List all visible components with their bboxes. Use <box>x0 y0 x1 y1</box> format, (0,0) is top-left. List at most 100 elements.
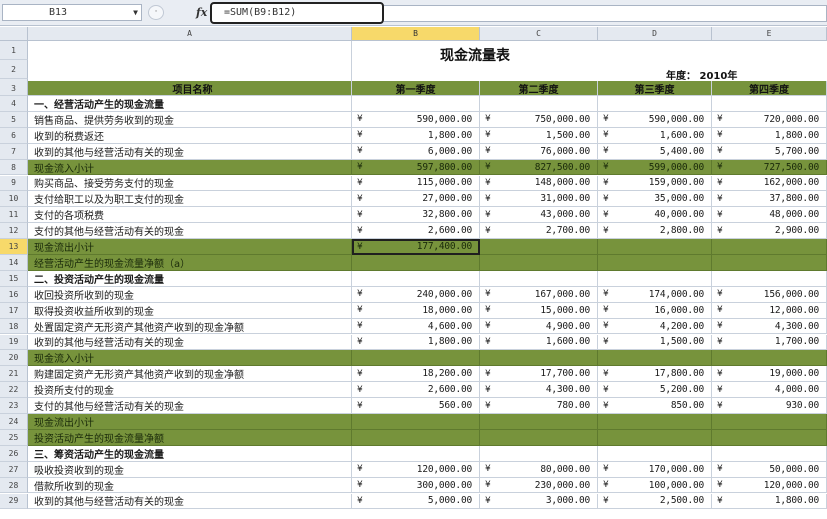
row-header-1[interactable]: 1 <box>0 41 28 60</box>
cell-c7[interactable]: ¥76,000.00 <box>480 143 598 160</box>
cell-d17[interactable]: ¥16,000.00 <box>598 302 712 319</box>
cell-e6[interactable]: ¥1,800.00 <box>712 127 827 144</box>
cell-e13[interactable] <box>712 239 827 255</box>
cell-b17[interactable]: ¥18,000.00 <box>352 302 480 319</box>
cell-e11[interactable]: ¥48,000.00 <box>712 207 827 224</box>
cell-e15[interactable] <box>712 270 827 287</box>
cell-c23[interactable]: ¥780.00 <box>480 398 598 414</box>
cell-d19[interactable]: ¥1,500.00 <box>598 334 712 351</box>
cell-b20[interactable] <box>352 350 480 367</box>
row-header-12[interactable]: 12 <box>0 223 28 240</box>
row-header-16[interactable]: 16 <box>0 286 28 303</box>
cell-b19[interactable]: ¥1,800.00 <box>352 334 480 351</box>
cell-d21[interactable]: ¥17,800.00 <box>598 366 712 383</box>
cell-e29[interactable]: ¥1,800.00 <box>712 493 827 510</box>
chevron-down-icon[interactable]: ▼ <box>133 5 138 20</box>
cell-a22[interactable]: 投资所支付的现金 <box>28 382 352 399</box>
cell-b21[interactable]: ¥18,200.00 <box>352 366 480 383</box>
row-header-2[interactable]: 2 <box>0 60 28 79</box>
column-header-a[interactable]: A <box>28 27 352 41</box>
cell-b24[interactable] <box>352 414 480 430</box>
column-header-c[interactable]: C <box>480 27 598 41</box>
cell-d26[interactable] <box>598 445 712 462</box>
cell-b18[interactable]: ¥4,600.00 <box>352 318 480 335</box>
row-header-29[interactable]: 29 <box>0 493 28 510</box>
cell-b11[interactable]: ¥32,800.00 <box>352 207 480 224</box>
cell-c20[interactable] <box>480 350 598 367</box>
cell-e28[interactable]: ¥120,000.00 <box>712 477 827 494</box>
cell-d7[interactable]: ¥5,400.00 <box>598 143 712 160</box>
cell-a6[interactable]: 收到的税费返还 <box>28 127 352 144</box>
row-header-23[interactable]: 23 <box>0 398 28 414</box>
cell-b22[interactable]: ¥2,600.00 <box>352 382 480 399</box>
row-header-7[interactable]: 7 <box>0 143 28 160</box>
cell-e16[interactable]: ¥156,000.00 <box>712 286 827 303</box>
cell-c22[interactable]: ¥4,300.00 <box>480 382 598 399</box>
cell-e10[interactable]: ¥37,800.00 <box>712 191 827 208</box>
cell-d12[interactable]: ¥2,800.00 <box>598 223 712 240</box>
row-header-3b[interactable]: 3 <box>0 81 28 96</box>
cell-d11[interactable]: ¥40,000.00 <box>598 207 712 224</box>
cell-a13[interactable]: 现金流出小计 <box>28 239 352 255</box>
row-header-18[interactable]: 18 <box>0 318 28 335</box>
header-q2[interactable]: 第二季度 <box>480 81 598 96</box>
insert-function-icon[interactable]: fx <box>196 6 207 19</box>
cell-e8[interactable]: ¥727,500.00 <box>712 159 827 176</box>
cell-d4[interactable] <box>598 96 712 112</box>
cell-c29[interactable]: ¥3,000.00 <box>480 493 598 510</box>
cell-b28[interactable]: ¥300,000.00 <box>352 477 480 494</box>
cell-a25[interactable]: 投资活动产生的现金流量净额 <box>28 429 352 446</box>
cell-a12[interactable]: 支付的其他与经营活动有关的现金 <box>28 223 352 240</box>
column-header-b[interactable]: B <box>352 27 480 41</box>
cell-c10[interactable]: ¥31,000.00 <box>480 191 598 208</box>
cell-d29[interactable]: ¥2,500.00 <box>598 493 712 510</box>
name-box[interactable]: B13 ▼ <box>2 4 142 21</box>
select-all-corner[interactable] <box>0 27 28 41</box>
column-header-d[interactable]: D <box>598 27 712 41</box>
cell-e22[interactable]: ¥4,000.00 <box>712 382 827 399</box>
cell-b13[interactable]: ¥177,400.00 <box>352 239 480 255</box>
cell-c27[interactable]: ¥80,000.00 <box>480 461 598 478</box>
row-header-10[interactable]: 10 <box>0 191 28 208</box>
row-header-15[interactable]: 15 <box>0 270 28 287</box>
row-header-11[interactable]: 11 <box>0 207 28 224</box>
cell-d27[interactable]: ¥170,000.00 <box>598 461 712 478</box>
header-q1[interactable]: 第一季度 <box>352 81 480 96</box>
cell-e14[interactable] <box>712 255 827 271</box>
cell-b23[interactable]: ¥560.00 <box>352 398 480 414</box>
row-header-9[interactable]: 9 <box>0 175 28 192</box>
cell-e26[interactable] <box>712 445 827 462</box>
row-header-28[interactable]: 28 <box>0 477 28 494</box>
cell-d18[interactable]: ¥4,200.00 <box>598 318 712 335</box>
cell-a11[interactable]: 支付的各项税费 <box>28 207 352 224</box>
cell-e5[interactable]: ¥720,000.00 <box>712 111 827 128</box>
cell-c21[interactable]: ¥17,700.00 <box>480 366 598 383</box>
cell-e19[interactable]: ¥1,700.00 <box>712 334 827 351</box>
cell-a19[interactable]: 收到的其他与经营活动有关的现金 <box>28 334 352 351</box>
row-header-5[interactable]: 5 <box>0 111 28 128</box>
cell-a14[interactable]: 经营活动产生的现金流量净额（a） <box>28 255 352 271</box>
cell-a21[interactable]: 购建固定资产无形资产其他资产收到的现金净额 <box>28 366 352 383</box>
cell-e21[interactable]: ¥19,000.00 <box>712 366 827 383</box>
row-header-22[interactable]: 22 <box>0 382 28 399</box>
cell-d24[interactable] <box>598 414 712 430</box>
cell-b7[interactable]: ¥6,000.00 <box>352 143 480 160</box>
row-header-8[interactable]: 8 <box>0 159 28 176</box>
cell-b6[interactable]: ¥1,800.00 <box>352 127 480 144</box>
cell-c15[interactable] <box>480 270 598 287</box>
cell-e12[interactable]: ¥2,900.00 <box>712 223 827 240</box>
column-header-e[interactable]: E <box>712 27 827 41</box>
cell-b4[interactable] <box>352 96 480 112</box>
cell-c17[interactable]: ¥15,000.00 <box>480 302 598 319</box>
cell-b10[interactable]: ¥27,000.00 <box>352 191 480 208</box>
row-header-26[interactable]: 26 <box>0 445 28 462</box>
row-header-6[interactable]: 6 <box>0 127 28 144</box>
cell-d9[interactable]: ¥159,000.00 <box>598 175 712 192</box>
row-header-13[interactable]: 13 <box>0 239 28 255</box>
cell-a7[interactable]: 收到的其他与经营活动有关的现金 <box>28 143 352 160</box>
header-q3[interactable]: 第三季度 <box>598 81 712 96</box>
cell-a23[interactable]: 支付的其他与经营活动有关的现金 <box>28 398 352 414</box>
header-q4[interactable]: 第四季度 <box>712 81 827 96</box>
cell-b9[interactable]: ¥115,000.00 <box>352 175 480 192</box>
cell-a10[interactable]: 支付给职工以及为职工支付的现金 <box>28 191 352 208</box>
